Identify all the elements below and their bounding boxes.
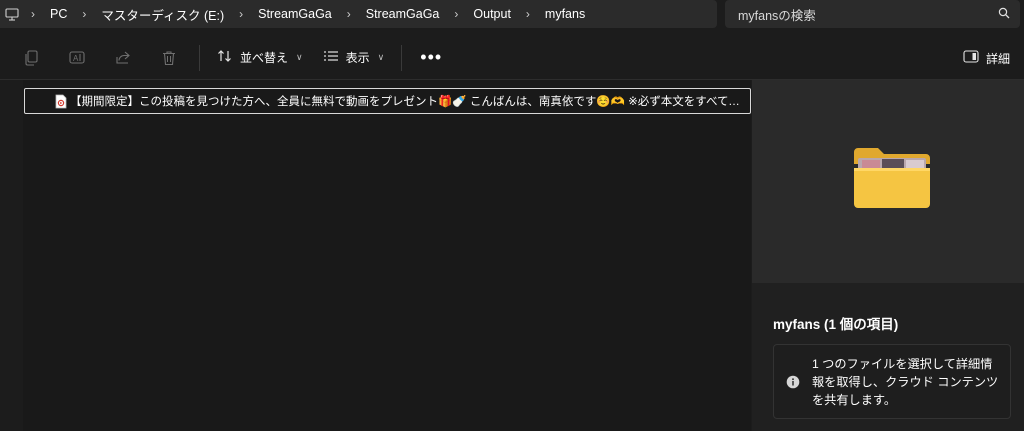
file-name: 【期間限定】この投稿を見つけた方へ、全員に無料で動画をプレゼント🎁🍼 こんばんは… xyxy=(70,96,750,108)
video-file-icon xyxy=(55,94,67,109)
toolbar-divider xyxy=(401,44,403,71)
sort-label: 並べ替え xyxy=(240,51,289,65)
sort-icon xyxy=(217,49,233,66)
breadcrumb-label: StreamGaGa xyxy=(258,7,332,21)
details-pane-icon xyxy=(963,50,979,66)
details-label: 詳細 xyxy=(985,51,1010,66)
breadcrumb-label: マスターディスク (E:) xyxy=(101,8,225,23)
address-row: › PC › マスターディスク (E:) › StreamGaGa › StreamG… xyxy=(0,0,1024,30)
share-icon[interactable] xyxy=(100,38,146,78)
copy-icon[interactable] xyxy=(8,38,54,78)
folder-icon xyxy=(852,146,932,213)
details-message: 1 つのファイルを選択して詳細情報を取得し、クラウド コンテンツを共有します。 xyxy=(812,356,999,407)
breadcrumb-streamgaga-2[interactable]: StreamGaGa › xyxy=(360,0,468,28)
breadcrumb-pc[interactable]: PC › xyxy=(44,0,95,28)
breadcrumb-label: Output xyxy=(473,7,511,21)
chevron-right-icon[interactable]: › xyxy=(338,7,360,21)
chevron-down-icon: ∨ xyxy=(296,52,303,62)
breadcrumb-streamgaga-1[interactable]: StreamGaGa › xyxy=(252,0,360,28)
search-input[interactable]: myfansの検索 xyxy=(725,0,1020,28)
view-button[interactable]: 表示 ∨ xyxy=(313,42,395,74)
details-pane: myfans (1 個の項目) 1 つのファイルを選択して詳細情報を取得し、クラ… xyxy=(752,80,1024,431)
breadcrumb-drive-e[interactable]: マスターディスク (E:) › xyxy=(95,0,252,28)
breadcrumb-myfans[interactable]: myfans xyxy=(539,0,591,28)
breadcrumb-label: myfans xyxy=(544,7,586,21)
view-label: 表示 xyxy=(345,51,370,65)
preview-area xyxy=(752,80,1024,283)
chevron-right-icon[interactable]: › xyxy=(230,7,252,21)
details-pane-button[interactable]: 詳細 xyxy=(963,42,1010,74)
view-list-icon xyxy=(323,50,339,65)
toolbar-divider xyxy=(199,44,200,71)
breadcrumb-label: PC xyxy=(50,7,68,21)
address-bar[interactable]: › PC › マスターディスク (E:) › StreamGaGa › StreamG… xyxy=(0,0,717,28)
search-placeholder: myfansの検索 xyxy=(738,8,816,23)
file-list[interactable]: 【期間限定】この投稿を見つけた方へ、全員に無料で動画をプレゼント🎁🍼 こんばんは… xyxy=(23,80,751,431)
search-icon[interactable] xyxy=(998,7,1010,22)
chevron-down-icon: ∨ xyxy=(377,52,385,62)
more-options-button[interactable]: ••• xyxy=(409,42,453,74)
delete-icon[interactable] xyxy=(146,38,192,78)
breadcrumb-label: StreamGaGa xyxy=(365,7,440,21)
navigation-pane[interactable] xyxy=(0,80,23,431)
chevron-right-icon[interactable]: › xyxy=(445,7,467,21)
breadcrumb-root-separator[interactable]: › xyxy=(22,0,44,28)
chevron-right-icon[interactable]: › xyxy=(73,7,95,21)
chevron-right-icon[interactable]: › xyxy=(517,7,539,21)
details-info-box: 1 つのファイルを選択して詳細情報を取得し、クラウド コンテンツを共有します。 xyxy=(773,344,1011,419)
computer-icon[interactable] xyxy=(2,0,22,28)
rename-icon[interactable]: A xyxy=(54,38,100,78)
svg-text:A: A xyxy=(73,54,79,63)
details-title: myfans (1 個の項目) xyxy=(773,317,899,332)
sort-button[interactable]: 並べ替え ∨ xyxy=(207,42,313,74)
chevron-right-icon: › xyxy=(31,7,35,21)
command-bar: A 並べ替え ∨ 表示 ∨ ••• 詳細 xyxy=(0,36,1024,80)
breadcrumb-output[interactable]: Output › xyxy=(467,0,539,28)
info-icon xyxy=(786,375,800,389)
file-row[interactable]: 【期間限定】この投稿を見つけた方へ、全員に無料で動画をプレゼント🎁🍼 こんばんは… xyxy=(24,88,751,114)
